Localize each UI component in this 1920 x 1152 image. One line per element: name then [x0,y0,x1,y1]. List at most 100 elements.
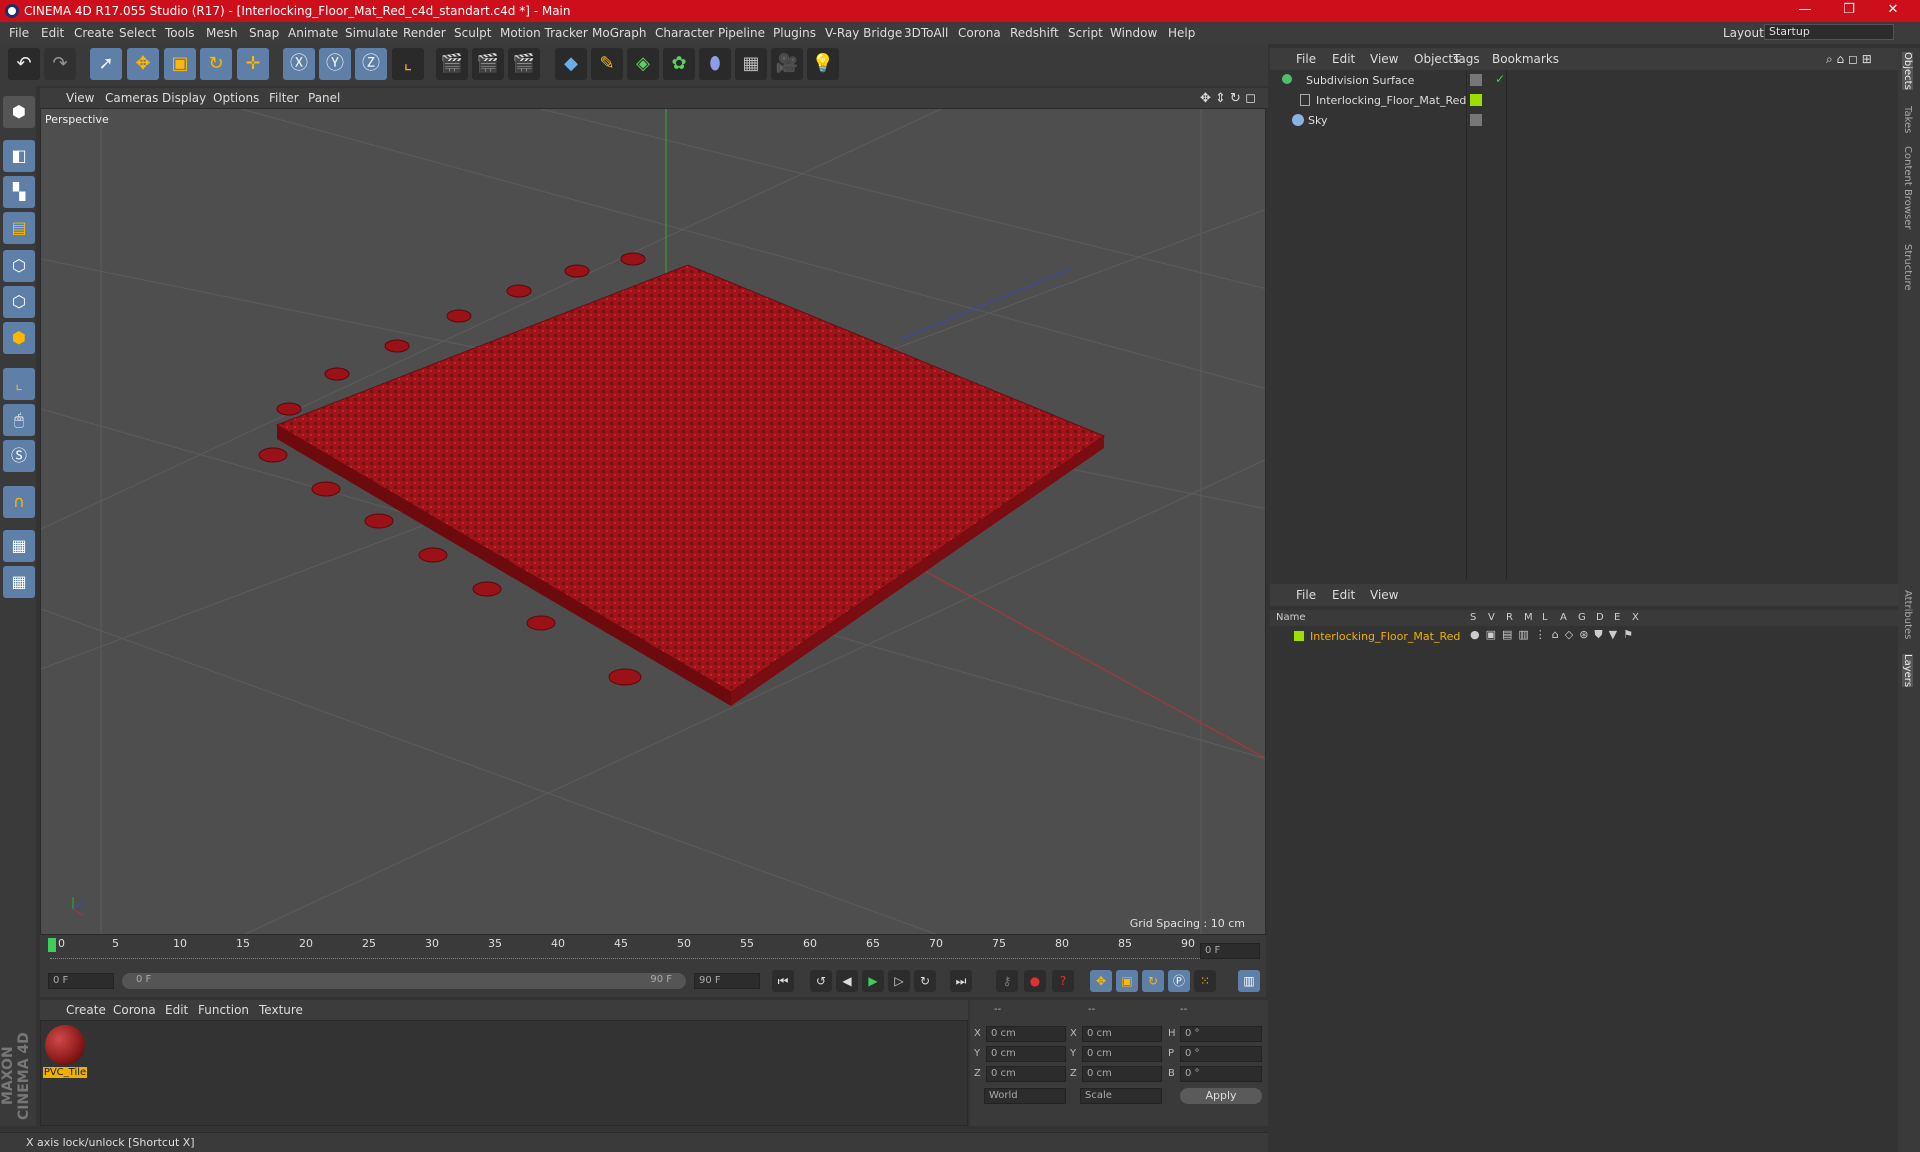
viewport-menu-cameras[interactable]: Cameras [105,91,158,105]
menu-simulate[interactable]: Simulate [345,26,398,40]
menu-select[interactable]: Select [119,26,156,40]
points-mode-button[interactable]: ⬡ [3,250,35,282]
position-y-field[interactable]: 0 cm [986,1046,1066,1062]
position-x-field[interactable]: 0 cm [986,1026,1066,1042]
render-settings-button[interactable]: 🎬 [508,48,540,80]
menu-animate[interactable]: Animate [288,26,338,40]
viewport-menu-panel[interactable]: Panel [308,91,340,105]
snap-button[interactable]: ∩ [3,486,35,518]
model-mode-button[interactable]: ◧ [3,140,35,172]
camera-button[interactable]: 🎥 [771,48,803,80]
size-y-field[interactable]: 0 cm [1082,1046,1162,1062]
tweak-mode-button[interactable]: 🖱 [3,404,35,436]
layer-color-chip[interactable] [1470,94,1482,106]
close-icon[interactable]: ✕ [1878,2,1908,20]
deformer-button[interactable]: ⬮ [699,48,731,80]
go-to-start-button[interactable]: ⏮ [772,970,794,992]
spline-pen-button[interactable]: ✎ [591,48,623,80]
play-button[interactable]: ▶ [862,970,884,992]
viewport-menu-filter[interactable]: Filter [269,91,299,105]
obj-menu-view[interactable]: View [1370,52,1398,66]
floor-mat-model[interactable] [258,252,1106,706]
layer-menu-view[interactable]: View [1370,588,1398,602]
object-row-subdivision-surface[interactable]: Subdivision Surface ✓ [1270,72,1898,90]
start-frame-field[interactable]: 0 F [48,973,114,989]
transform-tool-button[interactable]: ✛ [237,48,269,80]
menu-file[interactable]: File [9,26,29,40]
tab-objects[interactable]: Objects [1902,52,1913,90]
key-scale-button[interactable]: ▣ [1116,970,1138,992]
apply-button[interactable]: Apply [1180,1088,1262,1104]
polygons-mode-button[interactable]: ⬢ [3,322,35,354]
visibility-toggle[interactable] [1470,74,1482,86]
select-tool-button[interactable]: ➚ [90,48,122,80]
menu-help[interactable]: Help [1168,26,1195,40]
material-menu-function[interactable]: Function [198,1003,249,1017]
obj-menu-file[interactable]: File [1296,52,1316,66]
position-z-field[interactable]: 0 cm [986,1066,1066,1082]
axis-mode-button[interactable]: ⌞ [3,368,35,400]
tab-layers[interactable]: Layers [1902,654,1913,688]
cloner-button[interactable]: ✿ [663,48,695,80]
menu-motion-tracker[interactable]: Motion Tracker [500,26,588,40]
menu-3dtoall[interactable]: 3DToAll [904,26,948,40]
workplane-align-button[interactable]: ▦ [3,566,35,598]
auto-keying-button[interactable]: ? [1052,970,1074,992]
key-rotation-button[interactable]: ↻ [1142,970,1164,992]
rotation-h-field[interactable]: 0 ° [1180,1026,1262,1042]
rotation-p-field[interactable]: 0 ° [1180,1046,1262,1062]
coordinate-space-dropdown[interactable]: World [984,1088,1066,1104]
visibility-toggle[interactable] [1470,114,1482,126]
next-frame-button[interactable]: ▷ [888,970,910,992]
menu-script[interactable]: Script [1068,26,1103,40]
workplane-lock-button[interactable]: ▦ [3,530,35,562]
rotate-tool-button[interactable]: ↻ [200,48,232,80]
obj-menu-edit[interactable]: Edit [1332,52,1355,66]
menu-redshift[interactable]: Redshift [1010,26,1059,40]
viewport-menu-view[interactable]: View [66,91,94,105]
edges-mode-button[interactable]: ⬡ [3,286,35,318]
menu-window[interactable]: Window [1110,26,1157,40]
layer-row-floor-mat[interactable]: Interlocking_Floor_Mat_Red ●▣▤▥⋮⌂◇⊛⛊▼⚑ [1270,628,1898,646]
menu-edit[interactable]: Edit [41,26,64,40]
material-swatch-pvc-tile[interactable]: PVC_Tile [43,1025,87,1081]
menu-plugins[interactable]: Plugins [773,26,816,40]
menu-render[interactable]: Render [403,26,446,40]
motion-record-button[interactable]: ⚷ [996,970,1018,992]
viewport-menu-display[interactable]: Display [162,91,206,105]
viewport-perspective[interactable]: Perspective Grid Spacing : 10 cm [40,108,1266,935]
record-keys-button[interactable]: ● [1024,970,1046,992]
current-frame-field[interactable]: 0 F [1200,943,1260,959]
scale-tool-button[interactable]: ▣ [164,48,196,80]
menu-sculpt[interactable]: Sculpt [454,26,491,40]
cube-object-button[interactable]: ◆ [555,48,587,80]
undo-button[interactable]: ↶ [8,48,40,80]
end-frame-field[interactable]: 90 F [694,973,760,989]
material-menu-texture[interactable]: Texture [259,1003,303,1017]
menu-mesh[interactable]: Mesh [206,26,238,40]
object-row-sky[interactable]: Sky [1270,112,1898,130]
minimize-icon[interactable]: — [1790,2,1820,20]
key-pla-button[interactable]: ⁙ [1194,970,1216,992]
make-editable-button[interactable]: ⬢ [3,96,35,128]
x-axis-lock-button[interactable]: Ⓧ [283,48,315,80]
light-button[interactable]: 💡 [807,48,839,80]
go-to-end-button[interactable]: ⏭ [950,970,972,992]
texture-mode-button[interactable]: ▚ [3,176,35,208]
key-parameter-button[interactable]: Ⓟ [1168,970,1190,992]
material-menu-corona[interactable]: Corona [113,1003,156,1017]
render-picture-viewer-button[interactable]: 🎬 [472,48,504,80]
layer-flag-icons[interactable]: ●▣▤▥⋮⌂◇⊛⛊▼⚑ [1470,628,1639,642]
redo-button[interactable]: ↷ [44,48,76,80]
y-axis-lock-button[interactable]: Ⓨ [319,48,351,80]
frame-range-slider[interactable]: 0 F 90 F [122,973,686,989]
material-menu-create[interactable]: Create [66,1003,106,1017]
viewport-menu-options[interactable]: Options [213,91,259,105]
timeline-button[interactable]: ▥ [1238,970,1260,992]
coordinate-system-button[interactable]: ⌞ [392,48,424,80]
enabled-checkmark-icon[interactable]: ✓ [1495,72,1505,86]
playhead-marker[interactable] [48,938,56,952]
rotation-b-field[interactable]: 0 ° [1180,1066,1262,1082]
tab-takes[interactable]: Takes [1902,106,1913,133]
menu-create[interactable]: Create [74,26,114,40]
